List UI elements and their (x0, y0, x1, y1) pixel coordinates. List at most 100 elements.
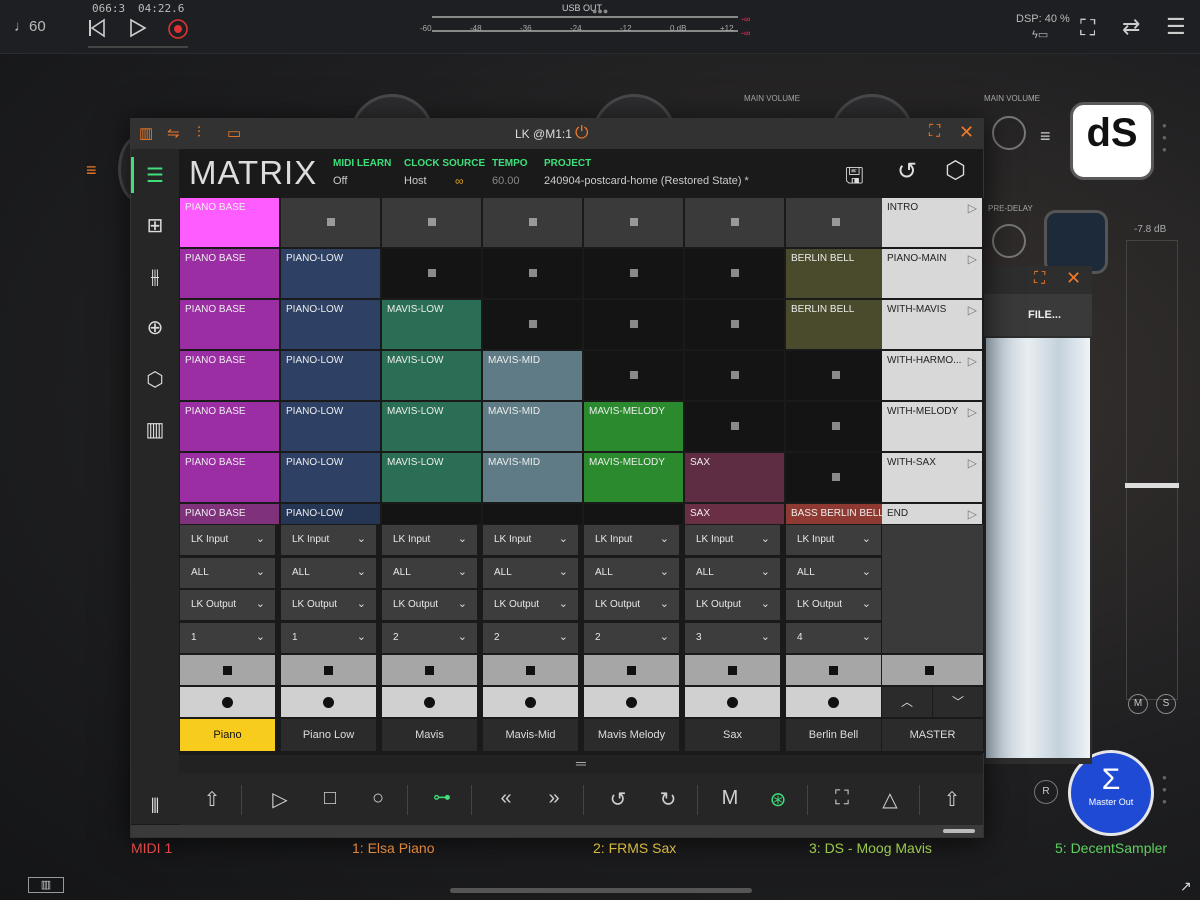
track-stop-button[interactable] (685, 655, 780, 685)
input-select[interactable]: LK Input ⌄ (281, 525, 376, 555)
clip-cell[interactable]: SAX (685, 453, 784, 502)
clip-cell[interactable]: PIANO BASE (180, 453, 279, 502)
output-select[interactable]: LK Output ⌄ (786, 590, 881, 620)
menu-icon[interactable]: ☰ (1166, 14, 1186, 40)
scene-launch[interactable]: WITH-SAX ▷ (882, 453, 982, 502)
empty-clip-slot[interactable] (584, 351, 683, 400)
scene-play-icon[interactable]: ▷ (968, 507, 977, 521)
empty-clip-slot[interactable] (786, 351, 885, 400)
piano-keys-icon[interactable]: ▥ (141, 415, 169, 443)
scene-launch[interactable]: WITH-HARMO... ▷ (882, 351, 982, 400)
redo-icon[interactable]: ↻ (653, 787, 683, 815)
stop-icon[interactable]: □ (315, 787, 345, 815)
r-button[interactable]: R (1034, 780, 1058, 804)
track-stop-button[interactable] (483, 655, 578, 685)
midi-learn-value[interactable]: Off (333, 175, 347, 187)
empty-clip-slot[interactable] (483, 249, 582, 298)
output-select[interactable]: LK Output ⌄ (483, 590, 578, 620)
scene-down-button[interactable]: ﹀ (933, 687, 983, 717)
fullscreen-icon[interactable]: ⛶ (1080, 17, 1095, 39)
close-icon[interactable]: ✕ (959, 122, 974, 143)
rewind-icon[interactable] (87, 17, 107, 39)
track-label-mavis[interactable]: 3: DS - Moog Mavis (809, 840, 932, 856)
resize-handle[interactable]: ═ (179, 755, 983, 773)
main-volume-knob[interactable] (992, 116, 1026, 150)
clip-cell[interactable]: PIANO-LOW (281, 453, 380, 502)
input-select[interactable]: LK Input ⌄ (483, 525, 578, 555)
forward-double-icon[interactable]: » (539, 787, 569, 815)
record-icon[interactable] (167, 18, 189, 40)
track-stop-button[interactable] (786, 655, 881, 685)
track-name[interactable]: Sax (685, 719, 780, 751)
clip-cell[interactable]: PIANO BASE (180, 504, 279, 524)
clip-list-icon[interactable]: ☰ (141, 161, 169, 189)
track-record-button[interactable] (382, 687, 477, 717)
clip-cell[interactable]: PIANO-LOW (281, 402, 380, 451)
midi-channel-select[interactable]: 2 ⌄ (584, 622, 679, 653)
clip-cell[interactable]: MAVIS-LOW (382, 351, 481, 400)
output-select[interactable]: LK Output ⌄ (685, 590, 780, 620)
keyboard-icon[interactable]: ▥ (139, 124, 153, 142)
empty-clip-slot[interactable] (584, 249, 683, 298)
shift-up-icon[interactable]: ⇧ (197, 787, 227, 815)
tape-loop-icon[interactable]: ⊶ (427, 787, 457, 815)
close-icon[interactable]: ✕ (1066, 268, 1081, 289)
channel-filter-select[interactable]: ALL ⌄ (180, 557, 275, 588)
link-icon[interactable]: ∞ (455, 174, 464, 188)
clip-cell[interactable]: BASS BERLIN BELL (786, 504, 885, 524)
grid-icon[interactable]: ⊞ (141, 211, 169, 239)
track-label-midi[interactable]: MIDI 1 (131, 840, 172, 856)
scene-launch[interactable]: END ▷ (882, 504, 982, 524)
empty-clip-slot[interactable] (483, 198, 582, 247)
clip-cell[interactable]: PIANO BASE (180, 198, 279, 247)
clip-cell[interactable]: MAVIS-MELODY (584, 453, 683, 502)
clip-cell[interactable]: PIANO BASE (180, 300, 279, 349)
scene-launch[interactable]: WITH-MAVIS ▷ (882, 300, 982, 349)
track-stop-button[interactable] (584, 655, 679, 685)
solo-button[interactable]: S (1156, 694, 1176, 714)
midi-channel-select[interactable]: 4 ⌄ (786, 622, 881, 653)
empty-clip-slot[interactable] (685, 198, 784, 247)
clip-cell[interactable]: PIANO BASE (180, 351, 279, 400)
scene-launch[interactable]: WITH-MELODY ▷ (882, 402, 982, 451)
track-name[interactable]: Piano Low (281, 719, 376, 751)
track-name[interactable]: Piano (180, 719, 275, 751)
track-record-button[interactable] (786, 687, 881, 717)
empty-clip-slot[interactable] (685, 249, 784, 298)
tempo-value[interactable]: 60.00 (492, 175, 520, 187)
input-select[interactable]: LK Input ⌄ (584, 525, 679, 555)
input-select[interactable]: LK Input ⌄ (685, 525, 780, 555)
expand-icon[interactable]: ⛶ (1034, 270, 1045, 288)
clip-cell[interactable]: MAVIS-LOW (382, 453, 481, 502)
input-select[interactable]: LK Input ⌄ (180, 525, 275, 555)
input-select[interactable]: LK Input ⌄ (382, 525, 477, 555)
empty-clip-slot[interactable] (483, 300, 582, 349)
folder-icon[interactable]: ▭ (227, 124, 241, 142)
mute-button[interactable]: M (1128, 694, 1148, 714)
clip-cell[interactable]: PIANO-LOW (281, 249, 380, 298)
empty-clip-slot[interactable] (786, 402, 885, 451)
scene-launch[interactable]: INTRO ▷ (882, 198, 982, 247)
channel-filter-select[interactable]: ALL ⌄ (685, 557, 780, 588)
clip-cell[interactable]: MAVIS-MID (483, 402, 582, 451)
output-select[interactable]: LK Output ⌄ (180, 590, 275, 620)
output-select[interactable]: LK Output ⌄ (584, 590, 679, 620)
empty-clip-slot[interactable] (382, 249, 481, 298)
empty-clip-slot[interactable] (382, 504, 481, 524)
track-record-button[interactable] (584, 687, 679, 717)
track-stop-button[interactable] (281, 655, 376, 685)
play-icon[interactable]: ▷ (265, 787, 295, 815)
corner-icon[interactable]: ↗ (1180, 878, 1192, 895)
midi-port-icon[interactable]: ⊛ (763, 787, 793, 815)
track-name[interactable]: Mavis-Mid (483, 719, 578, 751)
empty-clip-slot[interactable] (584, 300, 683, 349)
window-resize-grip[interactable] (943, 829, 975, 833)
volume-fader[interactable] (1125, 240, 1179, 700)
settings-lines-icon[interactable]: ≡ (1040, 126, 1051, 147)
track-record-button[interactable] (483, 687, 578, 717)
mixer-icon[interactable]: ⫶ (197, 124, 201, 141)
undo-icon[interactable]: ↺ (603, 787, 633, 815)
master-stop-button[interactable] (882, 655, 983, 685)
empty-clip-slot[interactable] (786, 198, 885, 247)
clip-cell[interactable]: MAVIS-LOW (382, 300, 481, 349)
